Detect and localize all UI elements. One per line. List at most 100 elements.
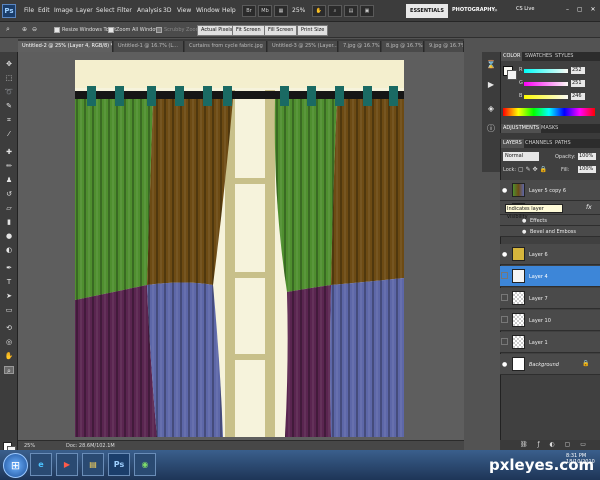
layer-name[interactable]: Layer 5 copy 6: [529, 188, 566, 194]
hand-tool-icon[interactable]: ✋: [4, 352, 14, 360]
blur-tool-icon[interactable]: ●: [4, 232, 14, 240]
window-controls[interactable]: – ▢ ✕: [566, 6, 599, 13]
zoom-level-display[interactable]: 25%: [292, 7, 305, 14]
screen-mode-icon[interactable]: ▣: [360, 5, 374, 17]
layer-row[interactable]: ● Layer 6: [500, 244, 600, 265]
workspace-more-button[interactable]: »: [494, 7, 498, 14]
hand-icon[interactable]: ✋: [312, 5, 326, 17]
lasso-tool-icon[interactable]: ➰: [4, 88, 14, 96]
b-value[interactable]: 246: [571, 93, 585, 100]
g-value[interactable]: 251: [571, 80, 585, 87]
r-value[interactable]: 252: [571, 67, 585, 74]
r-slider[interactable]: [524, 69, 568, 73]
layer-row[interactable]: Layer 1: [500, 332, 600, 353]
3d-panel-icon[interactable]: ◈: [486, 104, 496, 114]
visibility-toggle[interactable]: [501, 338, 508, 345]
tab-layers[interactable]: LAYERS: [501, 139, 524, 148]
fill-input[interactable]: 100%: [578, 166, 596, 173]
menu-window[interactable]: Window: [196, 7, 220, 14]
workspace-essentials-button[interactable]: ESSENTIALS: [406, 4, 448, 18]
bevel-eye-icon[interactable]: ●: [522, 229, 526, 235]
tab-paths[interactable]: PATHS: [553, 139, 573, 148]
b-slider[interactable]: [524, 95, 568, 99]
tab-curtains[interactable]: Curtains from cycle fabric.jpg: [185, 41, 267, 52]
menu-view[interactable]: View: [177, 7, 191, 14]
zoom-tool-icon[interactable]: ⌕: [6, 25, 10, 34]
tab-adjustments[interactable]: ADJUSTMENTS: [501, 124, 542, 133]
eyedropper-tool-icon[interactable]: ⁄: [4, 130, 14, 138]
zoom-all-checkbox[interactable]: [108, 27, 114, 33]
menu-3d[interactable]: 3D: [163, 7, 171, 14]
menu-help[interactable]: Help: [222, 7, 236, 14]
layer-name[interactable]: Layer 7: [529, 296, 548, 302]
layers-panel-footer[interactable]: ⛓ ƒ ◐ ▢ ▭ ✖: [500, 440, 600, 458]
visibility-toggle[interactable]: [501, 294, 508, 301]
start-button[interactable]: ⊞: [3, 453, 28, 478]
info-panel-icon[interactable]: ⓘ: [486, 124, 496, 134]
cs-live-button[interactable]: CS Live: [516, 6, 534, 12]
color-bg-swatch[interactable]: [507, 70, 517, 80]
tab-channels[interactable]: CHANNELS: [523, 139, 554, 148]
visibility-toggle[interactable]: [501, 316, 508, 323]
shape-tool-icon[interactable]: ▭: [4, 306, 14, 314]
status-zoom[interactable]: 25%: [24, 443, 35, 449]
brush-tool-icon[interactable]: ✏: [4, 162, 14, 170]
3d-camera-tool-icon[interactable]: ◎: [4, 338, 14, 346]
explorer-icon[interactable]: ▤: [82, 453, 104, 476]
marquee-tool-icon[interactable]: ⬚: [4, 74, 14, 82]
tab-untitled-2[interactable]: Untitled-2 @ 25% (Layer 4, RGB/8) *: [18, 41, 113, 52]
layer-name[interactable]: Layer 1: [529, 340, 548, 346]
bridge-icon[interactable]: Br: [242, 5, 256, 17]
layer-row[interactable]: Layer 10: [500, 310, 600, 331]
blend-mode-select[interactable]: Normal: [503, 152, 539, 161]
fit-screen-button[interactable]: Fit Screen: [232, 25, 265, 36]
menu-analysis[interactable]: Analysis: [137, 7, 162, 14]
healing-brush-tool-icon[interactable]: ✚: [4, 148, 14, 156]
media-icon[interactable]: ▶: [56, 453, 78, 476]
menu-select[interactable]: Select: [96, 7, 115, 14]
type-tool-icon[interactable]: T: [4, 278, 14, 286]
dodge-tool-icon[interactable]: ◐: [4, 246, 14, 254]
zoom-tool-icon-active[interactable]: ⌕: [4, 366, 14, 375]
document-canvas[interactable]: [75, 60, 404, 437]
print-size-button[interactable]: Print Size: [297, 25, 329, 36]
move-tool-icon[interactable]: ✥: [4, 60, 14, 68]
workspace-photography-button[interactable]: PHOTOGRAPHY: [452, 7, 495, 13]
tab-7-jpg[interactable]: 7.jpg @ 16.7% (RG...: [339, 41, 381, 52]
layer-name[interactable]: Background: [529, 362, 559, 368]
tab-untitled-3[interactable]: Untitled-3 @ 25% (Layer...: [268, 41, 338, 52]
quick-select-tool-icon[interactable]: ✎: [4, 102, 14, 110]
eye-icon[interactable]: ●: [502, 251, 507, 258]
g-slider[interactable]: [524, 82, 568, 86]
menu-filter[interactable]: Filter: [117, 7, 132, 14]
layer-row[interactable]: Layer 7: [500, 288, 600, 309]
tab-untitled-1[interactable]: Untitled-1 @ 16.7% (L...: [114, 41, 184, 52]
view-extras-icon[interactable]: ▦: [274, 5, 288, 17]
layer-row[interactable]: ● Background 🔒: [500, 354, 600, 375]
tab-masks[interactable]: MASKS: [539, 124, 560, 133]
pen-tool-icon[interactable]: ✒: [4, 264, 14, 272]
tab-styles[interactable]: STYLES: [553, 52, 575, 61]
eraser-tool-icon[interactable]: ▱: [4, 204, 14, 212]
opacity-input[interactable]: 100%: [578, 153, 596, 160]
zoom-in-icon[interactable]: ⊕: [22, 26, 27, 33]
app-icon[interactable]: ◉: [134, 453, 156, 476]
layer-row-selected[interactable]: Layer 4: [500, 266, 600, 287]
bevel-row[interactable]: ● Bevel and Emboss: [500, 226, 600, 237]
3d-rotate-tool-icon[interactable]: ⟲: [4, 324, 14, 332]
layer-name[interactable]: Layer 4: [529, 274, 548, 280]
crop-tool-icon[interactable]: ⌗: [4, 116, 14, 124]
eye-icon[interactable]: ●: [502, 361, 507, 368]
layer-name[interactable]: Layer 10: [529, 318, 551, 324]
history-panel-icon[interactable]: ⌛: [486, 60, 496, 70]
tab-9-jpg[interactable]: 9.jpg @ 16.7% (RG...: [425, 41, 464, 52]
layer-name[interactable]: Layer 6: [529, 252, 548, 258]
tab-swatches[interactable]: SWATCHES: [523, 52, 554, 61]
menu-file[interactable]: File: [24, 7, 34, 14]
zoom-out-icon[interactable]: ⊖: [32, 26, 37, 33]
eye-icon[interactable]: ●: [502, 187, 507, 194]
path-select-tool-icon[interactable]: ➤: [4, 292, 14, 300]
fill-screen-button[interactable]: Fill Screen: [264, 25, 298, 36]
menu-image[interactable]: Image: [54, 7, 73, 14]
resize-windows-checkbox[interactable]: [54, 27, 60, 33]
